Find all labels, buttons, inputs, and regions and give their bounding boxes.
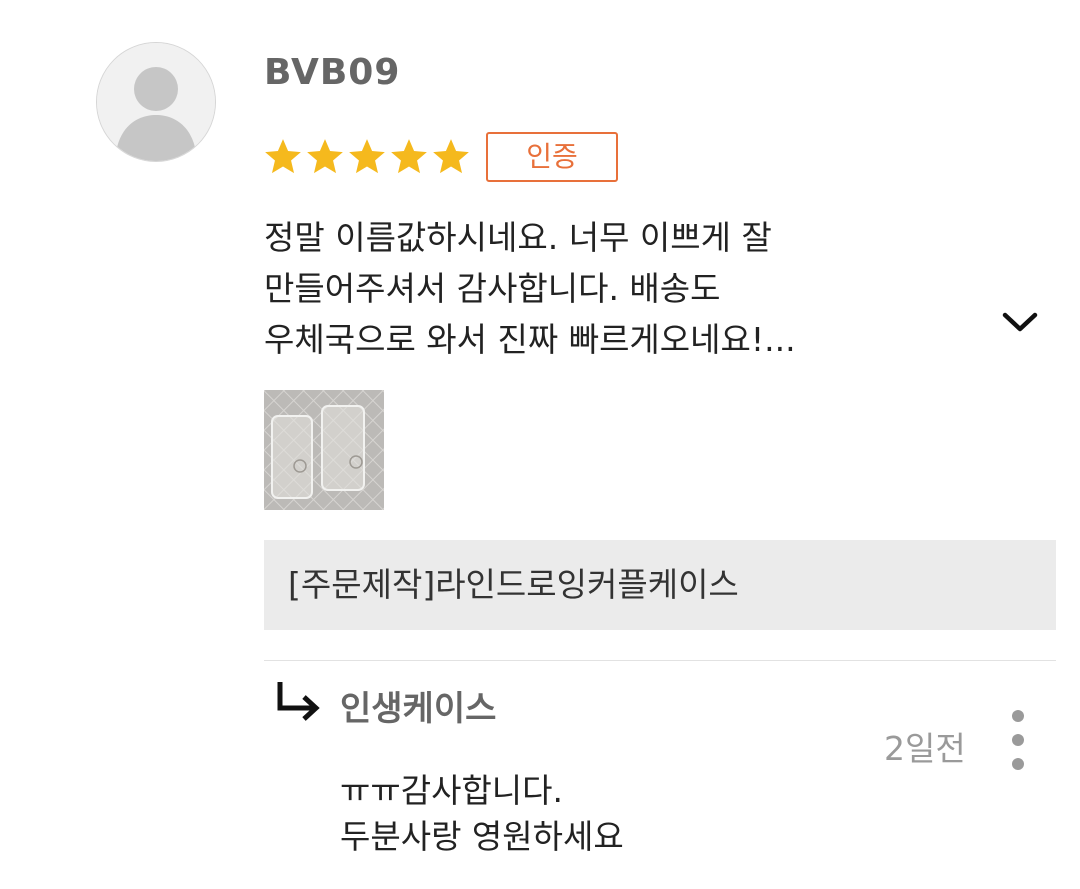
reply-timestamp: 2일전 bbox=[884, 729, 966, 768]
reply-arrow-icon bbox=[272, 678, 324, 726]
star-filled-icon bbox=[391, 139, 427, 174]
review-text[interactable]: 정말 이름값하시네요. 너무 이쁘게 잘 만들어주셔서 감사합니다. 배송도 우… bbox=[264, 212, 954, 365]
reply-text-line: 두분사랑 영원하세요 bbox=[340, 817, 624, 856]
star-filled-icon bbox=[307, 139, 343, 174]
star-rating bbox=[262, 136, 472, 180]
review-text-line: 우체국으로 와서 진짜 빠르게오네요!... bbox=[264, 320, 796, 359]
expand-review-button[interactable] bbox=[996, 300, 1044, 344]
more-vertical-icon-dot bbox=[1012, 758, 1024, 770]
reviewer-username: BVB09 bbox=[264, 52, 401, 93]
more-vertical-icon-dot bbox=[1012, 710, 1024, 722]
product-link[interactable]: [주문제작]라인드로잉커플케이스 bbox=[264, 540, 1056, 630]
review-text-line: 만들어주셔서 감사합니다. 배송도 bbox=[264, 269, 721, 308]
star-filled-icon bbox=[433, 139, 469, 174]
product-name: [주문제작]라인드로잉커플케이스 bbox=[288, 565, 739, 604]
review-photo-thumbnail[interactable] bbox=[264, 390, 384, 510]
seller-name: 인생케이스 bbox=[340, 689, 497, 729]
star-filled-icon bbox=[265, 139, 301, 174]
more-options-button[interactable] bbox=[1000, 710, 1036, 770]
more-vertical-icon-dot bbox=[1012, 734, 1024, 746]
verified-badge: 인증 bbox=[486, 132, 618, 182]
divider bbox=[264, 660, 1056, 661]
reply-text-line: ㅠㅠ감사합니다. bbox=[340, 771, 564, 810]
reply-text: ㅠㅠ감사합니다. 두분사랑 영원하세요 bbox=[340, 768, 624, 860]
star-filled-icon bbox=[349, 139, 385, 174]
chevron-down-icon bbox=[1002, 312, 1038, 332]
user-avatar-icon bbox=[96, 42, 216, 162]
review-text-line: 정말 이름값하시네요. 너무 이쁘게 잘 bbox=[264, 218, 772, 257]
